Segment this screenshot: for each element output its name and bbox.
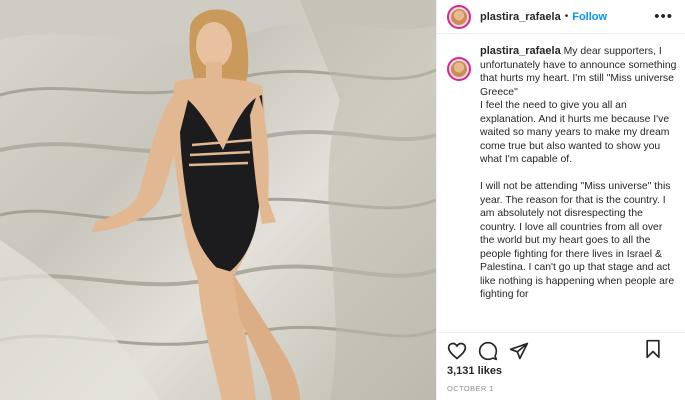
header-username[interactable]: plastira_rafaela — [480, 11, 561, 23]
avatar[interactable] — [447, 4, 471, 29]
caption-username[interactable]: plastira_rafaela — [480, 45, 561, 57]
avatar-image — [451, 8, 467, 25]
post-date[interactable]: OCTOBER 1 — [447, 384, 494, 393]
caption-paragraph-3: I will not be attending "Miss universe" … — [480, 181, 675, 300]
caption-area: plastira_rafaela My dear supporters, I u… — [447, 45, 677, 330]
share-button[interactable] — [509, 341, 529, 361]
caption-paragraph-2: I feel the need to give you all an expla… — [480, 100, 670, 165]
header-separator: • — [564, 11, 569, 22]
photo-illustration — [0, 0, 436, 400]
post-photo[interactable] — [0, 0, 436, 400]
caption-gap — [480, 167, 677, 181]
instagram-post: plastira_rafaela • Follow ••• plastira_r… — [0, 0, 685, 400]
like-button[interactable] — [447, 341, 467, 361]
more-options-icon[interactable]: ••• — [654, 8, 673, 25]
caption-paragraph-1: plastira_rafaela My dear supporters, I u… — [480, 45, 677, 99]
likes-count[interactable]: 3,131 likes — [447, 365, 502, 377]
post-sidebar: plastira_rafaela • Follow ••• plastira_r… — [436, 0, 685, 400]
caption-avatar[interactable] — [447, 57, 471, 81]
follow-button[interactable]: Follow — [572, 11, 607, 23]
comment-icon — [478, 341, 498, 361]
save-button[interactable] — [643, 339, 663, 359]
action-bar — [437, 332, 685, 363]
caption-avatar-image — [451, 61, 467, 77]
bookmark-icon — [646, 339, 660, 359]
comment-button[interactable] — [478, 341, 498, 361]
heart-icon — [447, 342, 467, 360]
send-icon — [509, 342, 529, 360]
caption-text: plastira_rafaela My dear supporters, I u… — [480, 45, 677, 330]
post-header: plastira_rafaela • Follow ••• — [437, 0, 685, 34]
